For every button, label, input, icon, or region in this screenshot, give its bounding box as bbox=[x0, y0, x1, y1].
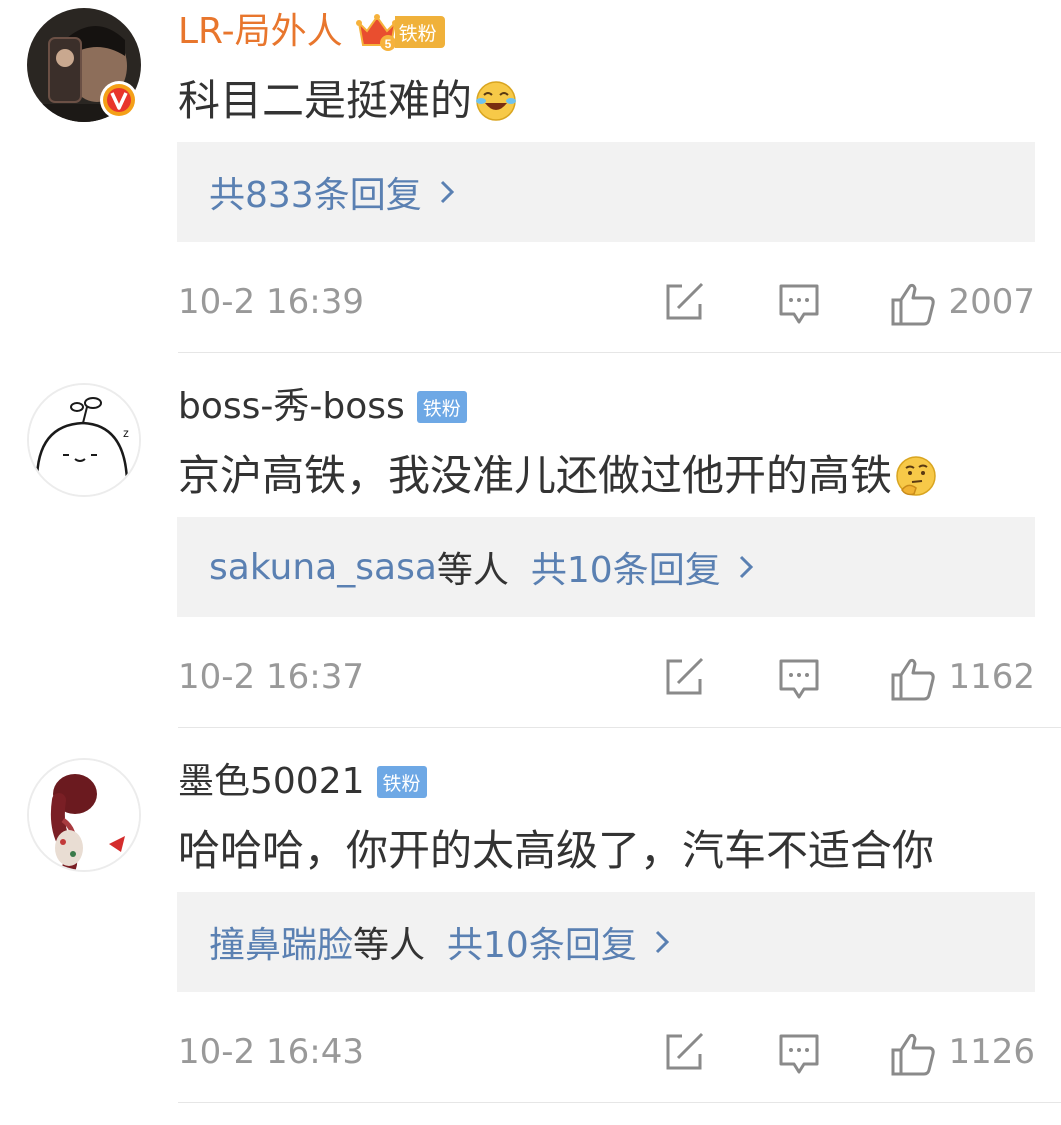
reply-users-suffix: 等人 bbox=[436, 550, 509, 591]
avatar[interactable] bbox=[27, 758, 141, 872]
like-count: 1126 bbox=[948, 1032, 1035, 1072]
name-row: LR-局外人 5 铁粉 bbox=[178, 8, 445, 56]
like-icon[interactable] bbox=[890, 282, 936, 326]
comment-icon[interactable] bbox=[778, 657, 820, 701]
reply-users[interactable]: 撞鼻踹脸 bbox=[209, 916, 353, 968]
comment-meta: 10-2 16:37 1162 bbox=[178, 647, 1035, 707]
like-icon[interactable] bbox=[890, 657, 936, 701]
reply-count: 共10条回复 bbox=[530, 550, 721, 591]
comment-text: 科目二是挺难的 bbox=[178, 70, 518, 132]
svg-text:5: 5 bbox=[384, 37, 391, 51]
username[interactable]: 墨色50021 bbox=[178, 758, 365, 806]
like-count: 1162 bbox=[948, 657, 1035, 697]
comment-body: 科目二是挺难的 bbox=[178, 76, 473, 125]
divider bbox=[178, 1102, 1061, 1103]
fan-badge: 铁粉 bbox=[394, 16, 445, 48]
reply-summary-box[interactable]: 撞鼻踹脸 等人 共10条回复 bbox=[177, 892, 1035, 992]
laugh-cry-emoji bbox=[476, 81, 517, 121]
chevron-right-icon bbox=[739, 555, 753, 579]
reply-count: 共833条回复 bbox=[209, 175, 422, 216]
comment-item: LR-局外人 5 铁粉 科目二是挺难的 共833条回复 10-2 16:39 2… bbox=[0, 0, 1061, 375]
chevron-right-icon bbox=[440, 180, 454, 204]
thinking-emoji bbox=[896, 456, 936, 496]
timestamp: 10-2 16:39 bbox=[178, 282, 364, 322]
comment-body: 哈哈哈，你开的太高级了，汽车不适合你 bbox=[178, 826, 935, 875]
share-icon[interactable] bbox=[664, 282, 706, 322]
comment-body: 京沪高铁，我没准儿还做过他开的高铁 bbox=[178, 451, 893, 500]
divider bbox=[178, 352, 1061, 353]
fan-badge: 铁粉 bbox=[416, 391, 467, 423]
like-icon[interactable] bbox=[890, 1032, 936, 1076]
comment-item: 墨色50021 铁粉 哈哈哈，你开的太高级了，汽车不适合你 撞鼻踹脸 等人 共10… bbox=[0, 750, 1061, 1125]
reply-users-suffix: 等人 bbox=[353, 925, 426, 966]
fan-level-badge: 5 铁粉 bbox=[355, 11, 445, 53]
share-icon[interactable] bbox=[664, 657, 706, 697]
verified-v-icon bbox=[100, 81, 138, 119]
chevron-right-icon bbox=[655, 930, 669, 954]
username[interactable]: boss-秀-boss bbox=[178, 383, 405, 431]
timestamp: 10-2 16:37 bbox=[178, 657, 364, 697]
divider bbox=[178, 727, 1061, 728]
svg-text:z: z bbox=[123, 426, 129, 440]
comment-meta: 10-2 16:43 1126 bbox=[178, 1022, 1035, 1082]
comment-text: 哈哈哈，你开的太高级了，汽车不适合你 bbox=[178, 820, 934, 882]
comment-icon[interactable] bbox=[778, 282, 820, 326]
username[interactable]: LR-局外人 bbox=[178, 8, 343, 56]
comment-icon[interactable] bbox=[778, 1032, 820, 1076]
share-icon[interactable] bbox=[664, 1032, 706, 1072]
comment-text: 京沪高铁，我没准儿还做过他开的高铁 bbox=[178, 445, 938, 507]
reply-summary-box[interactable]: 共833条回复 bbox=[177, 142, 1035, 242]
like-count: 2007 bbox=[948, 282, 1035, 322]
name-row: boss-秀-boss 铁粉 bbox=[178, 383, 467, 431]
fan-badge: 铁粉 bbox=[376, 766, 427, 798]
reply-count: 共10条回复 bbox=[447, 925, 637, 966]
crown-icon: 5 bbox=[355, 14, 398, 51]
comment-meta: 10-2 16:39 2007 bbox=[178, 272, 1035, 332]
avatar[interactable]: z bbox=[27, 383, 141, 497]
reply-summary-box[interactable]: sakuna_sasa 等人 共10条回复 bbox=[177, 517, 1035, 617]
timestamp: 10-2 16:43 bbox=[178, 1032, 364, 1072]
comment-item: z boss-秀-boss 铁粉 京沪高铁，我没准儿还做过他开的高铁 sakun… bbox=[0, 375, 1061, 750]
reply-users[interactable]: sakuna_sasa bbox=[209, 547, 437, 588]
name-row: 墨色50021 铁粉 bbox=[178, 758, 427, 806]
